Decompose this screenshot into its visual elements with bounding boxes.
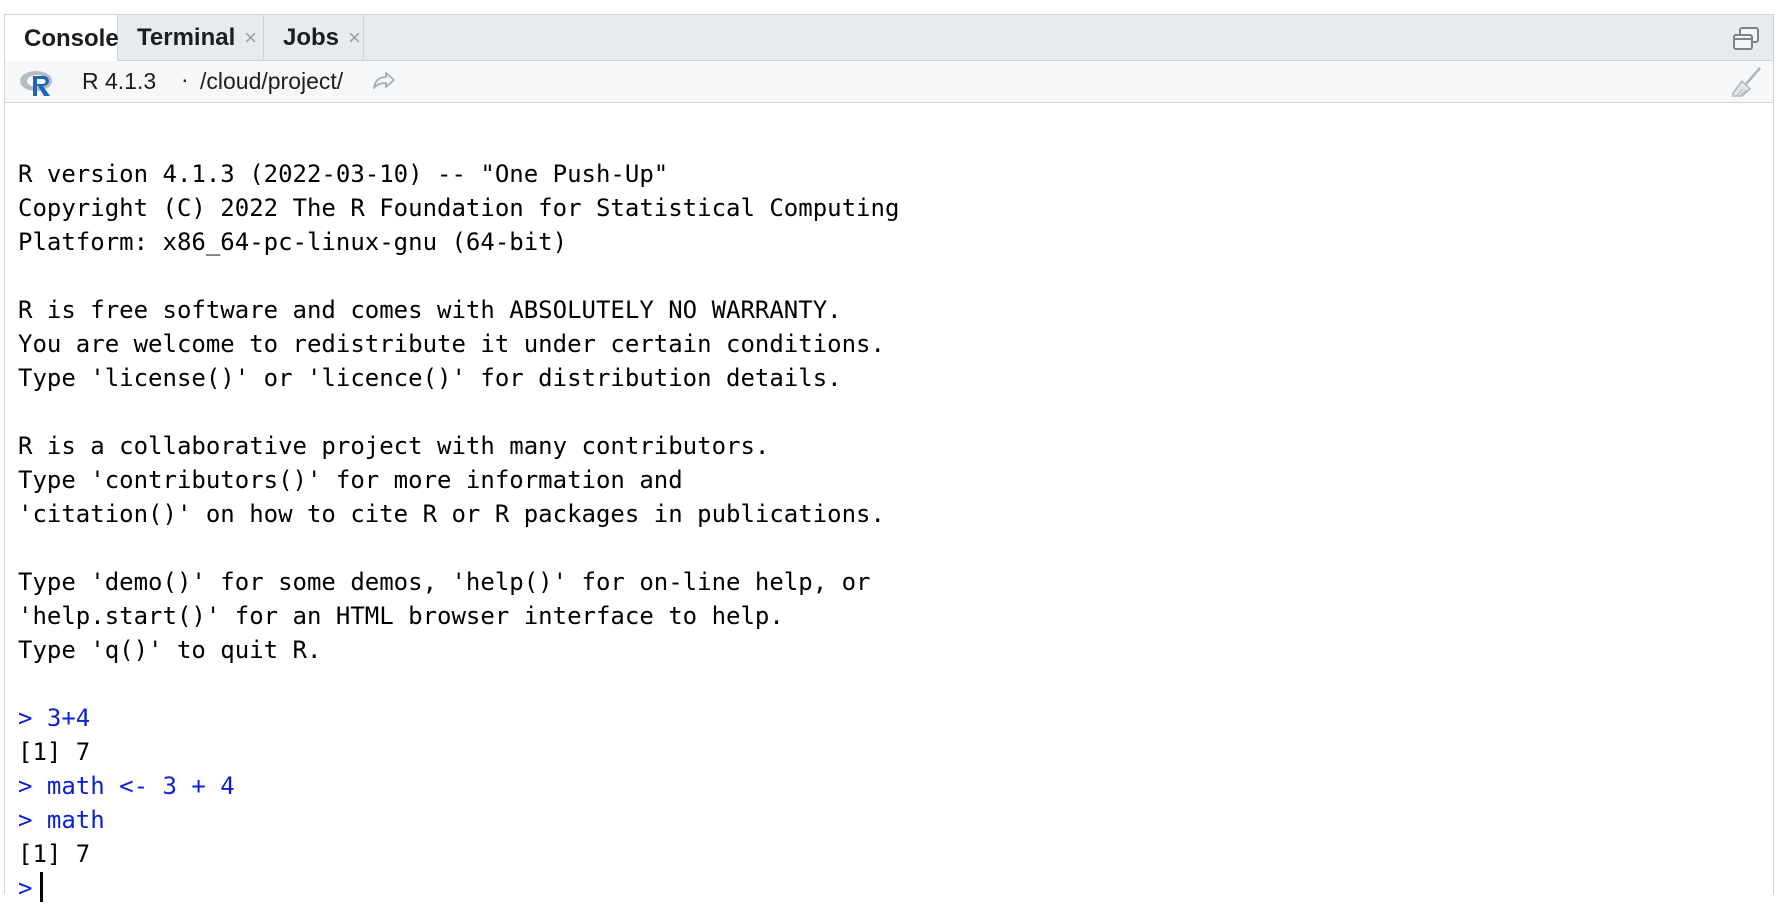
console-output-line: Type 'license()' or 'licence()' for dist…	[18, 364, 842, 392]
console-output-line: Type 'q()' to quit R.	[18, 636, 322, 664]
console-input-line: > 3+4	[18, 704, 91, 732]
close-icon[interactable]: ×	[244, 25, 257, 51]
console-output-line: R is free software and comes with ABSOLU…	[18, 296, 842, 324]
console-pane: Console Terminal × Jobs × R 4.1.3 · /clo…	[4, 14, 1774, 902]
console-path-bar: R 4.1.3 · /cloud/project/	[5, 61, 1773, 103]
r-logo-icon	[20, 71, 52, 96]
tab-terminal-label: Terminal	[137, 24, 236, 51]
path-separator: ·	[181, 66, 189, 92]
tab-console-label: Console	[24, 24, 119, 52]
console-output-line: [1] 7	[18, 840, 91, 868]
console-input-line: > math <- 3 + 4	[18, 772, 235, 800]
console-output-line: [1] 7	[18, 738, 91, 766]
console-prompt-line[interactable]: >	[18, 871, 1773, 905]
console-output-line: R is a collaborative project with many c…	[18, 432, 770, 460]
console-output-line: Copyright (C) 2022 The R Foundation for …	[18, 194, 900, 222]
close-icon[interactable]: ×	[348, 25, 361, 51]
tab-jobs[interactable]: Jobs ×	[264, 15, 364, 61]
restore-window-icon[interactable]	[1731, 25, 1761, 53]
console-output-line: 'citation()' on how to cite R or R packa…	[18, 500, 885, 528]
console-output-line: 'help.start()' for an HTML browser inter…	[18, 602, 784, 630]
tab-jobs-label: Jobs	[283, 24, 340, 51]
console-prompt: >	[18, 874, 33, 902]
tab-terminal[interactable]: Terminal ×	[118, 15, 264, 61]
console-input-line: > math	[18, 806, 105, 834]
tab-console[interactable]: Console	[5, 15, 119, 62]
clear-console-broom-icon[interactable]	[1729, 65, 1765, 99]
console-output-line: Type 'contributors()' for more informati…	[18, 466, 683, 494]
r-version-label: R 4.1.3	[82, 68, 157, 94]
console-output-line: Platform: x86_64-pc-linux-gnu (64-bit)	[18, 228, 568, 256]
console-output-line: Type 'demo()' for some demos, 'help()' f…	[18, 568, 871, 596]
working-directory-path[interactable]: /cloud/project/	[200, 68, 343, 95]
console-output[interactable]: R version 4.1.3 (2022-03-10) -- "One Pus…	[18, 123, 1773, 902]
tab-bar: Console Terminal × Jobs ×	[5, 15, 1773, 62]
console-output-line: R version 4.1.3 (2022-03-10) -- "One Pus…	[18, 160, 669, 188]
text-cursor	[40, 872, 44, 902]
go-to-directory-icon[interactable]	[371, 70, 397, 92]
console-output-line: You are welcome to redistribute it under…	[18, 330, 885, 358]
